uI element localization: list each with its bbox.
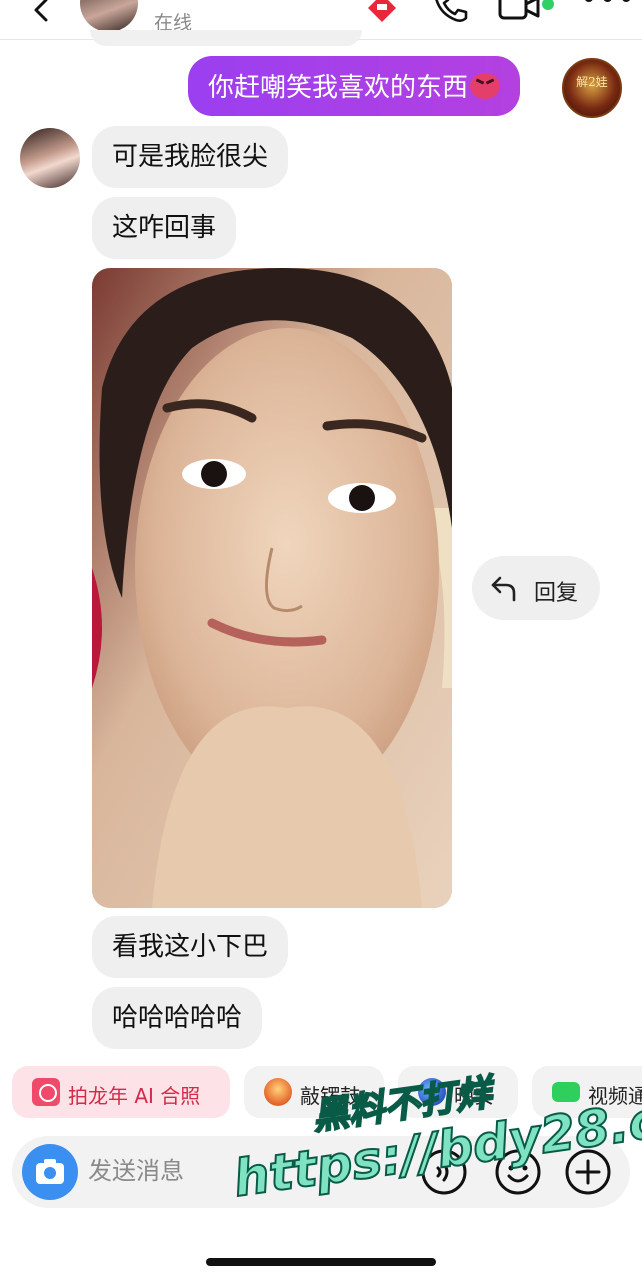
phone-call-icon[interactable] [432,0,468,22]
angry-face-emoji-icon [470,73,501,99]
camera-button[interactable] [22,1144,78,1200]
chat-header: 在线 ••• [0,0,642,46]
received-message[interactable]: 看我这小下巴 [92,916,289,978]
back-arrow-icon[interactable] [26,0,56,26]
more-options-icon[interactable]: ••• [580,0,636,17]
received-photo[interactable] [92,268,452,908]
home-indicator [206,1258,436,1266]
received-message[interactable]: 可是我脸很尖 [92,126,289,188]
group-photo-icon [32,1078,60,1106]
my-avatar[interactable]: 解2娃 [562,58,622,118]
drum-icon [264,1078,292,1106]
online-dot [542,0,554,10]
received-message[interactable]: 这咋回事 [92,197,237,259]
sent-message[interactable]: 你赶嘲笑我喜欢的东西 [188,56,521,116]
video-camera-icon [552,1082,580,1102]
ai-photo-label: 拍龙年 AI 合照 [68,1084,201,1108]
sent-message-text: 你赶嘲笑我喜欢的东西 [208,73,469,103]
contact-avatar[interactable] [80,0,138,32]
video-call-icon[interactable] [498,0,542,22]
ai-photo-chip[interactable]: 拍龙年 AI 合照 [12,1066,230,1118]
reply-arrow-icon [491,576,516,602]
camera-icon [36,1159,64,1184]
reply-button[interactable]: 回复 [472,556,600,620]
received-message[interactable]: 哈哈哈哈哈 [92,987,263,1049]
previous-message-bubble [90,30,362,46]
my-avatar-text: 解2娃 [576,75,608,89]
red-packet-icon[interactable] [366,0,398,22]
reply-label: 回复 [534,581,579,606]
contact-message-avatar[interactable] [20,128,80,188]
